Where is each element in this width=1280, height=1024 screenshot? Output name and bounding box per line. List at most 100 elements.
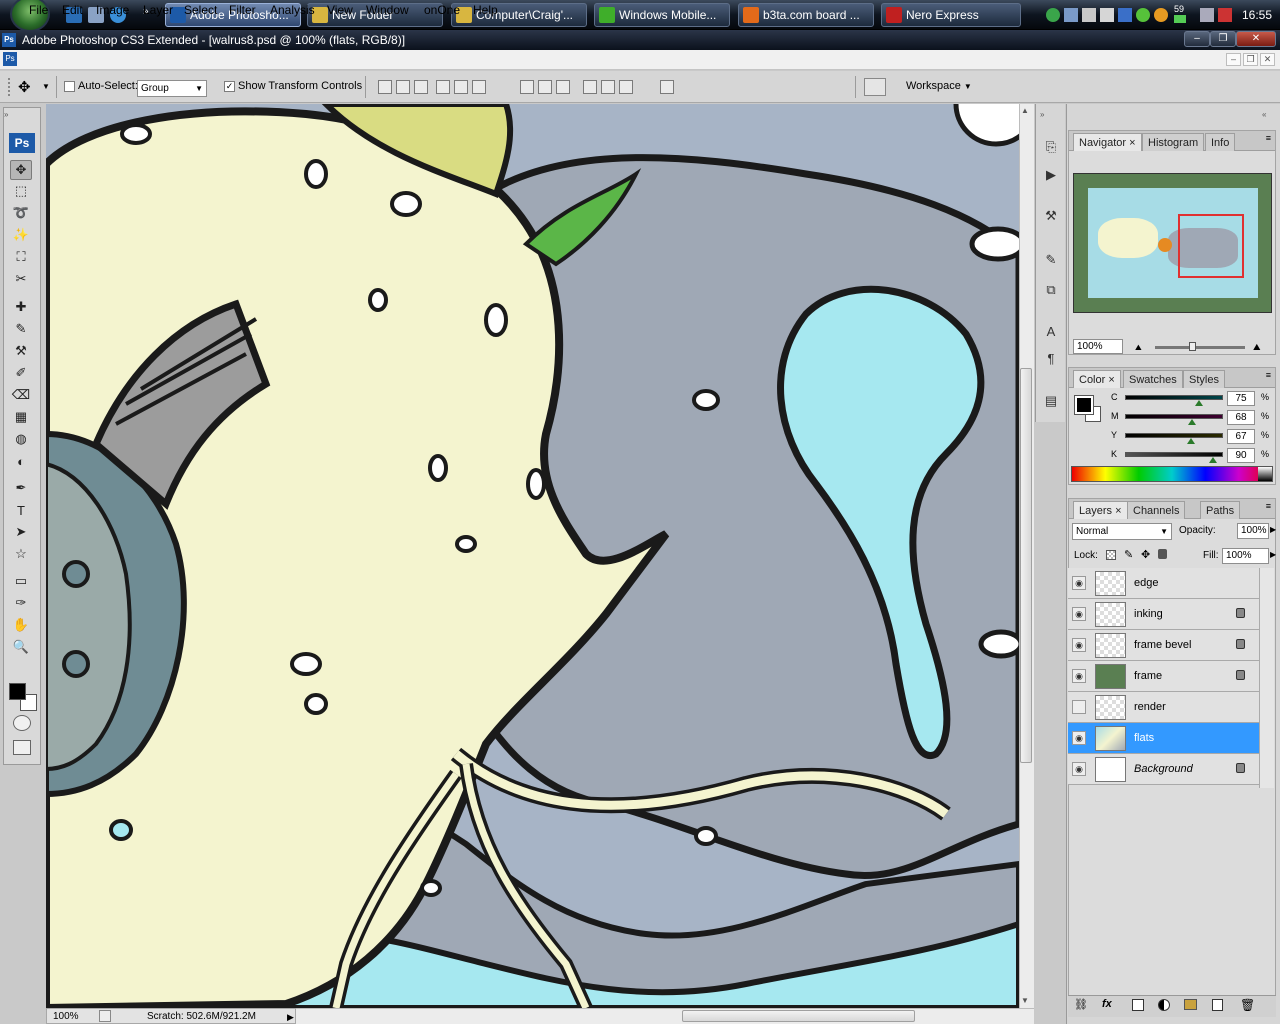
menu-filter[interactable]: Filter xyxy=(229,3,256,17)
tab-swatches[interactable]: Swatches xyxy=(1123,370,1183,388)
layer-row[interactable]: ◉ flats xyxy=(1068,723,1259,754)
align-distribute-icon[interactable] xyxy=(538,80,552,94)
zoom-icon[interactable]: 🔍 xyxy=(10,637,32,657)
blur-icon[interactable]: ◍ xyxy=(10,429,32,449)
layers-scrollbar[interactable] xyxy=(1259,568,1274,788)
path-select-icon[interactable]: ➤ xyxy=(10,522,32,542)
channel-value-field[interactable]: 75 xyxy=(1227,391,1255,406)
auto-select-checkbox[interactable] xyxy=(64,81,75,92)
align-distribute-icon[interactable] xyxy=(583,80,597,94)
sync-icon[interactable] xyxy=(1046,8,1060,22)
hand-icon[interactable]: ✋ xyxy=(10,615,32,635)
menu-window[interactable]: Window xyxy=(366,3,409,17)
tab-paths[interactable]: Paths xyxy=(1200,501,1241,519)
visibility-eye-icon[interactable]: ◉ xyxy=(1072,762,1086,776)
taskbar-button[interactable]: Computer\Craig'... xyxy=(451,3,587,27)
layer-row[interactable]: render xyxy=(1068,692,1259,723)
align-distribute-icon[interactable] xyxy=(619,80,633,94)
channel-slider-thumb[interactable] xyxy=(1187,438,1195,444)
menu-file[interactable]: File xyxy=(29,3,48,17)
new-group-icon[interactable] xyxy=(1184,999,1197,1010)
adjustment-layer-icon[interactable] xyxy=(1158,999,1170,1011)
color-spectrum-ramp[interactable] xyxy=(1071,466,1273,482)
notes-icon[interactable]: ▭ xyxy=(10,571,32,591)
actions-panel-icon[interactable]: ▶ xyxy=(1040,165,1062,185)
move-tool-preset-icon[interactable]: ✥ xyxy=(18,78,31,96)
foreground-color-chip[interactable] xyxy=(1074,395,1094,415)
navigator-view-box[interactable] xyxy=(1178,214,1244,278)
align-distribute-icon[interactable] xyxy=(660,80,674,94)
minimize-button[interactable]: – xyxy=(1184,31,1210,47)
layer-row[interactable]: ◉ frame xyxy=(1068,661,1259,692)
crop-icon[interactable]: ⛶ xyxy=(10,247,32,267)
zoom-out-icon[interactable]: ⛰ xyxy=(1135,343,1142,353)
healing-brush-icon[interactable]: ✚ xyxy=(10,297,32,317)
tab-styles[interactable]: Styles xyxy=(1183,370,1225,388)
opacity-slider-icon[interactable]: ▶ xyxy=(1270,525,1276,534)
tray-orange-icon[interactable] xyxy=(1154,8,1168,22)
menu-edit[interactable]: Edit xyxy=(62,3,83,17)
ps-badge[interactable]: Ps xyxy=(9,133,35,153)
menu-view[interactable]: View xyxy=(327,3,353,17)
close-button[interactable]: ✕ xyxy=(1236,31,1276,47)
panel-menu-icon[interactable]: ≡ xyxy=(1266,133,1271,143)
magic-wand-icon[interactable]: ✨ xyxy=(10,225,32,245)
layer-mask-icon[interactable] xyxy=(1132,999,1144,1011)
eraser-icon[interactable]: ⌫ xyxy=(10,385,32,405)
clone-stamp-icon[interactable]: ⚒ xyxy=(10,341,32,361)
brush-icon[interactable]: ✎ xyxy=(10,319,32,339)
doc-minimize-button[interactable]: – xyxy=(1226,53,1241,66)
channel-slider-thumb[interactable] xyxy=(1195,400,1203,406)
lock-pixels-icon[interactable]: ✎ xyxy=(1124,548,1133,561)
tray-green-icon[interactable] xyxy=(1136,8,1150,22)
tray-red-icon[interactable] xyxy=(1218,8,1232,22)
status-menu-icon[interactable]: ▶ xyxy=(287,1010,294,1024)
channel-slider-thumb[interactable] xyxy=(1188,419,1196,425)
menu-onone[interactable]: onOne xyxy=(424,3,460,17)
eyedropper-icon[interactable]: ✑ xyxy=(10,593,32,613)
channel-slider[interactable] xyxy=(1125,395,1223,400)
zoom-slider-thumb[interactable] xyxy=(1189,342,1196,351)
restore-button[interactable]: ❐ xyxy=(1210,31,1236,47)
type-icon[interactable]: T xyxy=(10,500,32,520)
taskbar-button[interactable]: Nero Express xyxy=(881,3,1021,27)
tab-info[interactable]: Info xyxy=(1205,133,1236,151)
photoshop-app-icon[interactable]: Ps xyxy=(2,33,16,47)
clock[interactable]: 16:55 xyxy=(1242,8,1272,22)
history-panel-icon[interactable]: ⎘ xyxy=(1040,137,1062,157)
screen-mode-icon[interactable] xyxy=(13,740,31,755)
doc-restore-button[interactable]: ❐ xyxy=(1243,53,1258,66)
visibility-eye-icon[interactable]: ◉ xyxy=(1072,607,1086,621)
channel-value-field[interactable]: 67 xyxy=(1227,429,1255,444)
brushes-panel-icon[interactable]: ✎ xyxy=(1040,250,1062,270)
delete-layer-icon[interactable]: 🗑 xyxy=(1240,998,1255,1012)
document-canvas[interactable] xyxy=(46,104,1019,1008)
tab-color[interactable]: Color × xyxy=(1073,370,1121,388)
channel-slider[interactable] xyxy=(1125,433,1223,438)
fill-field[interactable]: 100% xyxy=(1222,548,1269,564)
menu-layer[interactable]: Layer xyxy=(143,3,173,17)
menu-help[interactable]: Help xyxy=(473,3,498,17)
opacity-field[interactable]: 100% xyxy=(1237,523,1269,539)
history-brush-icon[interactable]: ✐ xyxy=(10,363,32,383)
workspace-button[interactable]: Workspace ▼ xyxy=(906,80,972,92)
align-distribute-icon[interactable] xyxy=(454,80,468,94)
visibility-eye-icon[interactable] xyxy=(1072,700,1086,714)
align-distribute-icon[interactable] xyxy=(436,80,450,94)
gradient-icon[interactable]: ▦ xyxy=(10,407,32,427)
shape-icon[interactable]: ☆ xyxy=(10,544,32,564)
status-info-icon[interactable] xyxy=(99,1010,111,1022)
dodge-icon[interactable]: ◐ xyxy=(10,451,32,471)
horizontal-scroll-thumb[interactable] xyxy=(682,1010,915,1022)
layer-row[interactable]: ◉ edge xyxy=(1068,568,1259,599)
channel-slider[interactable] xyxy=(1125,414,1223,419)
channel-value-field[interactable]: 90 xyxy=(1227,448,1255,463)
auto-select-dropdown[interactable]: Group ▼ xyxy=(137,80,207,97)
quick-mask-icon[interactable] xyxy=(13,715,31,731)
align-distribute-icon[interactable] xyxy=(396,80,410,94)
visibility-eye-icon[interactable]: ◉ xyxy=(1072,576,1086,590)
printer-icon[interactable] xyxy=(1100,8,1114,22)
options-grip[interactable] xyxy=(8,78,12,96)
layer-comps-icon[interactable]: ▤ xyxy=(1040,391,1062,411)
menu-select[interactable]: Select xyxy=(184,3,217,17)
